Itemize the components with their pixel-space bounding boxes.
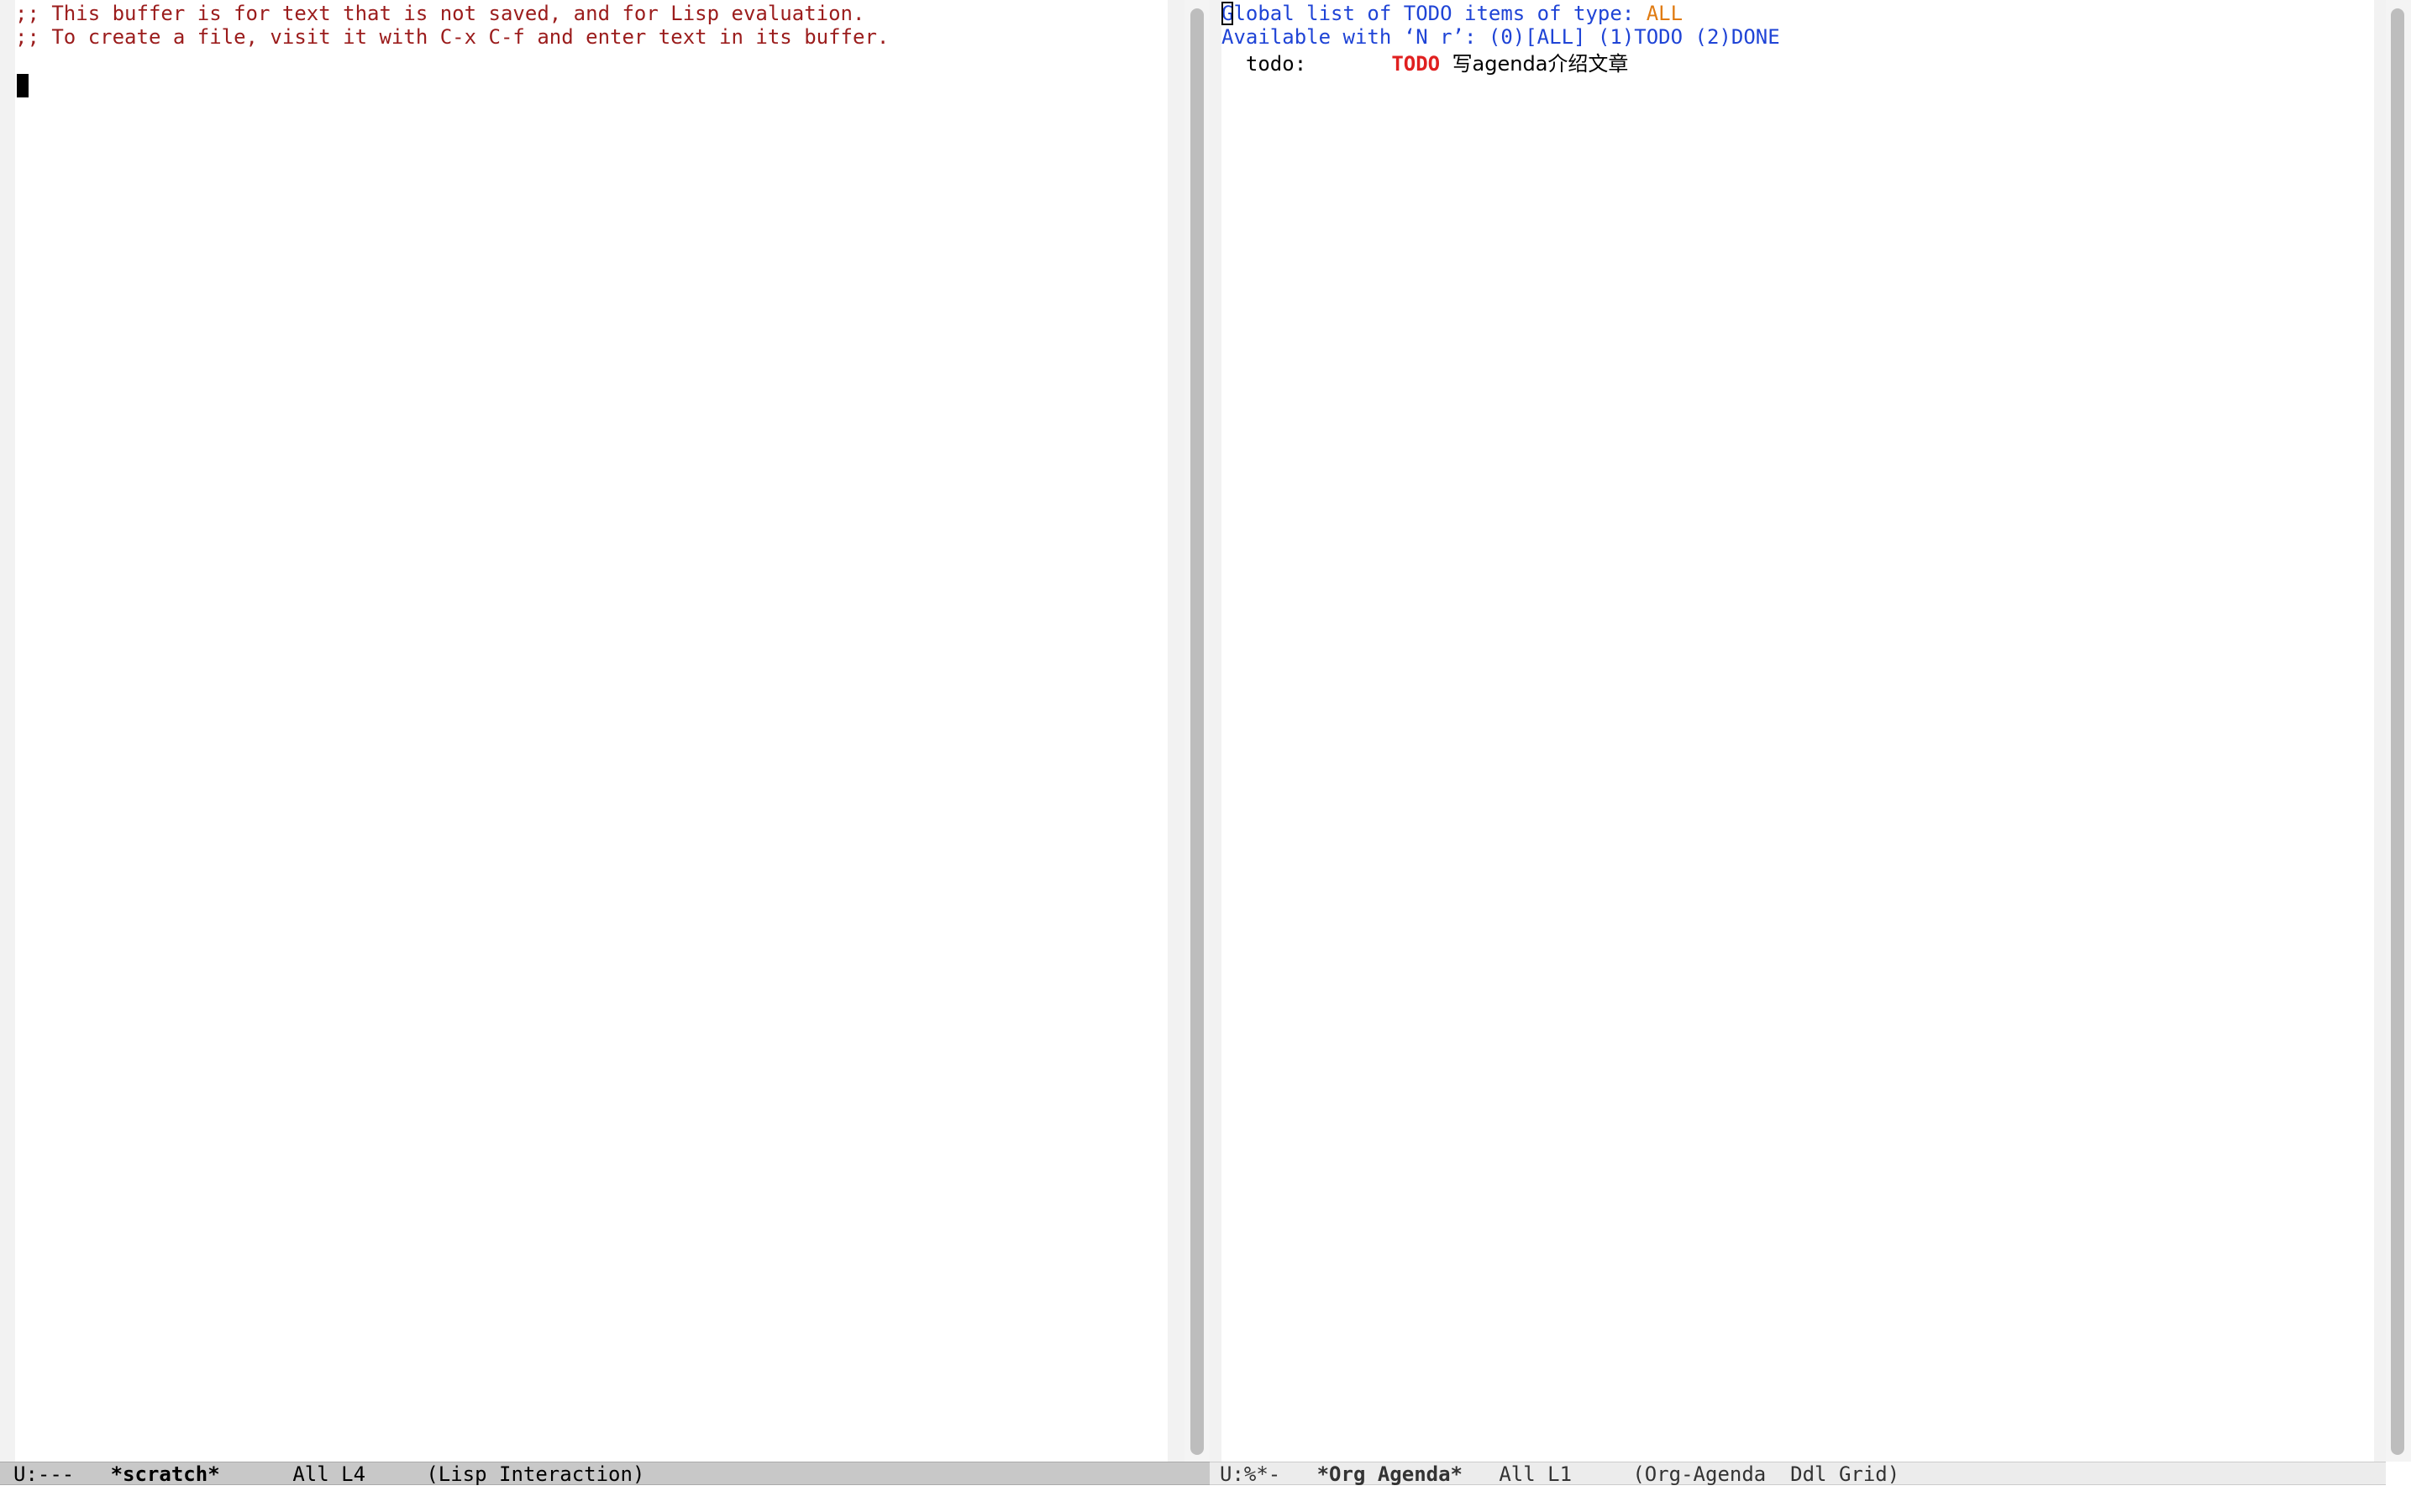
agenda-todo-item[interactable]: todo: TODO 写agenda介绍文章 [1221, 52, 1629, 76]
agenda-header-line: Global list of TODO items of type: ALL [1221, 2, 1683, 25]
agenda-type-all: ALL [1646, 2, 1683, 25]
modeline-position: All L1 [1499, 1462, 1573, 1486]
agenda-modeline[interactable]: U:%*- *Org Agenda* All L1 (Org-Agenda Dd… [1210, 1462, 2386, 1486]
agenda-item-title: 写agenda介绍文章 [1452, 52, 1629, 76]
echo-area[interactable] [0, 1487, 2411, 1512]
left-fringe [0, 0, 15, 1462]
modeline-buffer-name[interactable]: *scratch* [111, 1462, 220, 1486]
agenda-cursor: G [1221, 2, 1234, 25]
scratch-modeline[interactable]: U:--- *scratch* All L4 (Lisp Interaction… [0, 1462, 1210, 1486]
text-cursor [17, 74, 29, 97]
agenda-available-line: Available with ‘N r’: (0)[ALL] (1)TODO (… [1221, 25, 1780, 49]
scratch-comment-line-1: ;; This buffer is for text that is not s… [15, 2, 865, 25]
scratch-scrollbar-thumb[interactable] [1190, 8, 1204, 1455]
modeline-position: All L4 [292, 1462, 366, 1486]
scratch-window[interactable]: ;; This buffer is for text that is not s… [15, 0, 1184, 1462]
right-right-fringe [2374, 0, 2386, 1462]
scratch-scrollbar[interactable] [1184, 0, 1210, 1462]
agenda-item-keyword: TODO [1391, 52, 1441, 76]
emacs-frame: ;; This buffer is for text that is not s… [0, 0, 2411, 1512]
agenda-item-category: todo: [1245, 52, 1307, 76]
modeline-major-mode[interactable]: (Lisp Interaction) [426, 1462, 644, 1486]
right-fringe [1210, 0, 1221, 1462]
scratch-comment-line-2: ;; To create a file, visit it with C-x C… [15, 25, 890, 49]
agenda-header-text: lobal list of TODO items of type: [1233, 2, 1647, 25]
org-agenda-window[interactable]: Global list of TODO items of type: ALL A… [1221, 0, 2374, 1462]
modeline-major-mode[interactable]: (Org-Agenda Ddl Grid) [1632, 1462, 1899, 1486]
agenda-scrollbar-thumb[interactable] [2391, 8, 2404, 1455]
modeline-buffer-name[interactable]: *Org Agenda* [1317, 1462, 1463, 1486]
left-right-fringe [1168, 0, 1184, 1462]
modeline-status: U:--- [13, 1462, 75, 1486]
agenda-scrollbar[interactable] [2386, 0, 2411, 1462]
modeline-status: U:%*- [1220, 1462, 1281, 1486]
